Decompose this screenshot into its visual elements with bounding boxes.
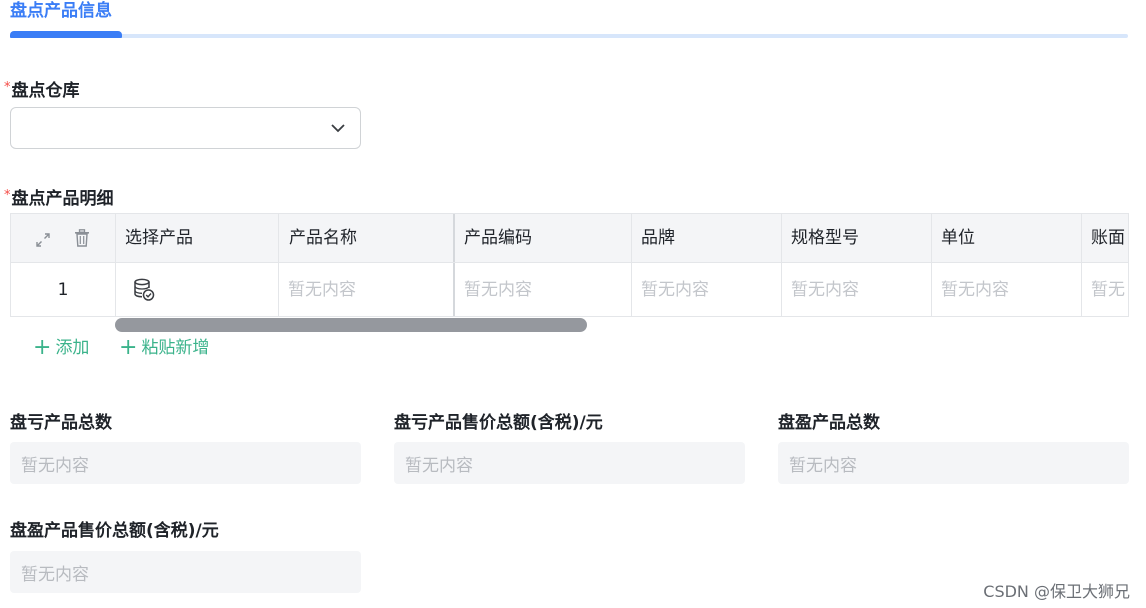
tab-active-indicator xyxy=(10,31,122,38)
detail-label: *盘点产品明细 xyxy=(4,185,114,210)
tab-track xyxy=(10,34,1128,38)
loss-count-label: 盘亏产品总数 xyxy=(10,413,112,433)
required-mark: * xyxy=(4,188,11,203)
plus-icon: + xyxy=(119,335,138,360)
paste-add-label: 粘贴新增 xyxy=(141,338,210,358)
column-header: 品牌 xyxy=(632,214,782,262)
table-row: 1 暂无内容 暂无内容 暂无内容 暂无内容 暂无内容 暂无 xyxy=(11,263,1128,316)
table-cell: 暂无 xyxy=(1091,280,1125,300)
required-mark: * xyxy=(4,80,11,95)
table-header: 选择产品 产品名称 产品编码 品牌 规格型号 单位 账面 xyxy=(11,214,1128,263)
trash-icon[interactable] xyxy=(74,229,90,247)
watermark-text: CSDN @保卫大狮兄 xyxy=(983,582,1130,601)
column-header: 规格型号 xyxy=(782,214,932,262)
header-tools-cell xyxy=(11,214,116,262)
chevron-down-icon xyxy=(331,124,345,133)
horizontal-scrollbar[interactable] xyxy=(115,318,587,332)
add-row-button[interactable]: + 添加 xyxy=(33,336,89,360)
expand-icon[interactable] xyxy=(34,231,52,249)
column-header: 选择产品 xyxy=(116,214,279,262)
add-row-label: 添加 xyxy=(55,338,90,358)
table-cell: 暂无内容 xyxy=(932,263,1082,316)
table-cell: 暂无内容 xyxy=(455,263,632,316)
gain-amount-field: 暂无内容 xyxy=(10,551,361,593)
detail-label-text: 盘点产品明细 xyxy=(11,189,114,209)
gain-amount-label: 盘盈产品售价总额(含税)/元 xyxy=(10,521,219,541)
column-header: 单位 xyxy=(932,214,1082,262)
plus-icon: + xyxy=(33,335,52,360)
table-cell: 暂无内容 xyxy=(782,263,932,316)
product-detail-table: 选择产品 产品名称 产品编码 品牌 规格型号 单位 账面 1 暂无内容 暂无内容… xyxy=(10,213,1129,317)
column-header: 产品编码 xyxy=(455,214,632,262)
column-header: 产品名称 xyxy=(279,214,455,262)
paste-add-button[interactable]: + 粘贴新增 xyxy=(119,336,209,360)
select-product-cell[interactable] xyxy=(116,263,279,316)
row-index: 1 xyxy=(11,263,116,316)
warehouse-label: *盘点仓库 xyxy=(4,77,80,102)
select-product-icon[interactable] xyxy=(133,278,155,302)
tab-product-info[interactable]: 盘点产品信息 xyxy=(10,0,112,22)
loss-amount-label: 盘亏产品售价总额(含税)/元 xyxy=(394,413,603,433)
table-cell: 暂无内容 xyxy=(279,263,455,316)
gain-count-field: 暂无内容 xyxy=(778,442,1129,484)
loss-count-field: 暂无内容 xyxy=(10,442,361,484)
loss-amount-field: 暂无内容 xyxy=(394,442,745,484)
gain-count-label: 盘盈产品总数 xyxy=(778,413,880,433)
warehouse-label-text: 盘点仓库 xyxy=(11,81,80,101)
form-page: 盘点产品信息 *盘点仓库 *盘点产品明细 选择产品 产品名称 产品编码 品牌 规… xyxy=(0,0,1146,608)
column-header: 账面 xyxy=(1091,228,1125,248)
warehouse-select[interactable] xyxy=(10,107,361,149)
table-cell: 暂无内容 xyxy=(632,263,782,316)
